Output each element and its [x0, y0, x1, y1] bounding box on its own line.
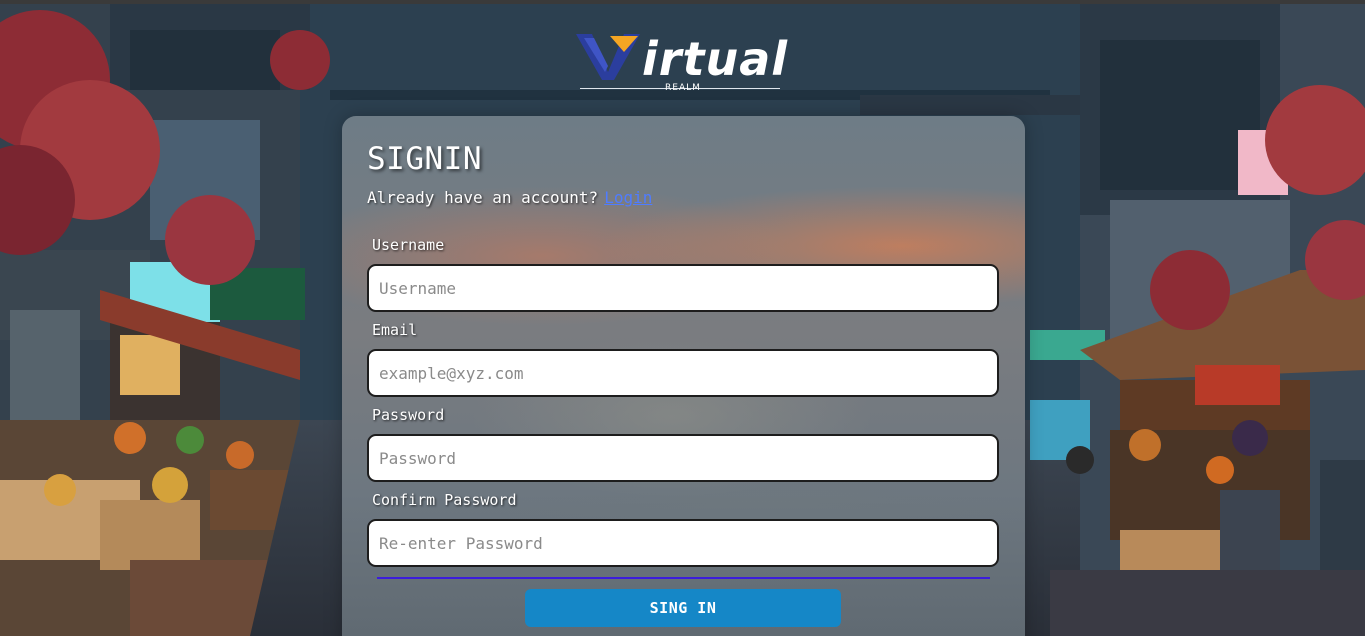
login-link[interactable]: Login — [604, 188, 652, 207]
window-top-border — [0, 0, 1365, 4]
password-input[interactable] — [367, 434, 999, 482]
v-logo-mark-icon — [576, 34, 640, 80]
form-divider — [377, 577, 990, 579]
logo-subtitle: REALM — [665, 83, 701, 93]
sign-in-button[interactable]: SING IN — [525, 589, 841, 627]
username-label: Username — [372, 236, 445, 254]
username-input[interactable] — [367, 264, 999, 312]
logo-wordmark: irtual — [642, 32, 788, 86]
confirm-password-input[interactable] — [367, 519, 999, 567]
signin-card: SIGNIN Already have an account? Login Use… — [342, 116, 1025, 636]
password-label: Password — [372, 406, 445, 424]
account-prompt-text: Already have an account? — [367, 188, 599, 207]
email-input[interactable] — [367, 349, 999, 397]
confirm-password-label: Confirm Password — [372, 491, 517, 509]
form-title: SIGNIN — [367, 141, 482, 177]
brand-logo: irtual REALM — [576, 30, 788, 96]
account-prompt: Already have an account? Login — [367, 189, 652, 207]
email-label: Email — [372, 321, 418, 339]
